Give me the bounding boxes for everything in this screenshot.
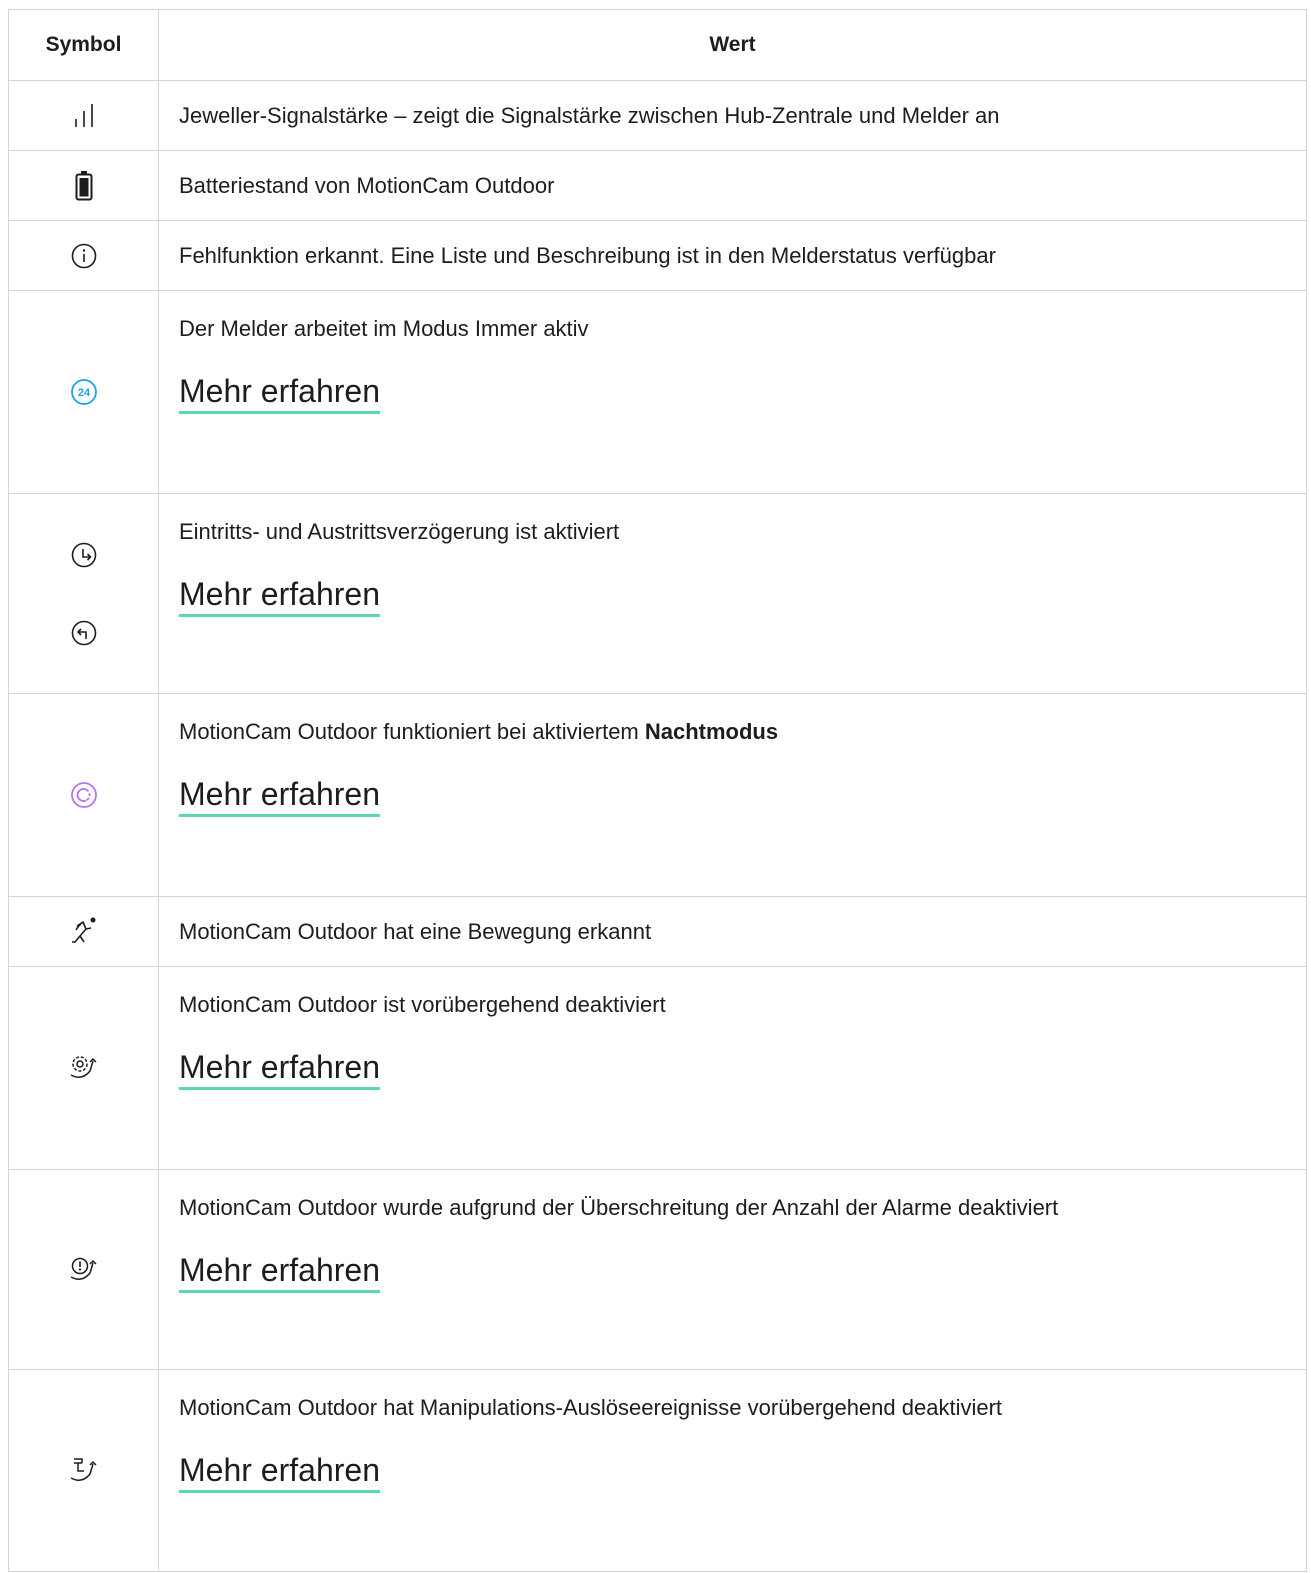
- table-row: MotionCam Outdoor ist vorübergehend deak…: [8, 966, 1307, 1170]
- alarm-limit-deactivated-icon: [70, 1257, 97, 1280]
- header-value: Wert: [158, 9, 1307, 81]
- symbol-cell: [8, 693, 159, 897]
- status-icons-table: Symbol Wert Jeweller-Signalstärke – zeig…: [8, 9, 1307, 1572]
- row-description-text: MotionCam Outdoor funktioniert bei aktiv…: [179, 719, 645, 744]
- row-description: Batteriestand von MotionCam Outdoor: [179, 172, 555, 198]
- table-row: 24 Der Melder arbeitet im Modus Immer ak…: [8, 290, 1307, 494]
- row-description: Der Melder arbeitet im Modus Immer aktiv: [179, 316, 589, 341]
- value-cell: Batteriestand von MotionCam Outdoor: [158, 150, 1307, 221]
- exit-delay-icon: [71, 620, 96, 645]
- learn-more-link[interactable]: Mehr erfahren: [179, 576, 380, 617]
- table-row: MotionCam Outdoor hat eine Bewegung erka…: [8, 896, 1307, 967]
- night-mode-term: Nachtmodus: [644, 719, 779, 744]
- signal-strength-icon: [74, 103, 93, 127]
- learn-more-link[interactable]: Mehr erfahren: [179, 776, 380, 817]
- symbol-cell: [8, 896, 159, 967]
- header-symbol: Symbol: [8, 9, 159, 81]
- night-mode-icon: [70, 782, 97, 808]
- row-description: MotionCam Outdoor hat Manipulations-Ausl…: [179, 1395, 1003, 1420]
- value-cell: MotionCam Outdoor ist vorübergehend deak…: [158, 966, 1307, 1170]
- svg-text:24: 24: [77, 387, 90, 399]
- value-cell: MotionCam Outdoor wurde aufgrund der Übe…: [158, 1169, 1307, 1370]
- symbol-cell: [8, 1369, 159, 1572]
- row-description: Jeweller-Signalstärke – zeigt die Signal…: [179, 102, 1000, 128]
- table-header-row: Symbol Wert: [8, 9, 1307, 81]
- symbol-cell: [8, 493, 159, 694]
- row-description: Fehlfunktion erkannt. Eine Liste und Bes…: [179, 242, 996, 268]
- learn-more-link[interactable]: Mehr erfahren: [179, 1049, 380, 1090]
- entry-delay-icon: [71, 542, 96, 567]
- learn-more-link[interactable]: Mehr erfahren: [179, 373, 380, 414]
- symbol-cell: [8, 1169, 159, 1370]
- learn-more-link[interactable]: Mehr erfahren: [179, 1252, 380, 1293]
- symbol-cell: [8, 150, 159, 221]
- symbol-cell: [8, 220, 159, 291]
- symbol-cell: [8, 80, 159, 151]
- row-description: MotionCam Outdoor hat eine Bewegung erka…: [179, 918, 652, 944]
- table-row: MotionCam Outdoor hat Manipulations-Ausl…: [8, 1369, 1307, 1572]
- table-row: MotionCam Outdoor funktioniert bei aktiv…: [8, 693, 1307, 897]
- always-active-24-icon: 24: [70, 379, 97, 405]
- tamper-deactivated-icon: [70, 1457, 97, 1481]
- value-cell: Der Melder arbeitet im Modus Immer aktiv…: [158, 290, 1307, 494]
- row-description: Eintritts- und Austrittsverzögerung ist …: [179, 519, 620, 544]
- value-cell: Eintritts- und Austrittsverzögerung ist …: [158, 493, 1307, 694]
- symbol-cell: [8, 966, 159, 1170]
- table-row: Eintritts- und Austrittsverzögerung ist …: [8, 493, 1307, 694]
- info-circle-icon: [71, 243, 96, 268]
- row-description: MotionCam Outdoor ist vorübergehend deak…: [179, 992, 666, 1017]
- battery-icon: [75, 170, 92, 200]
- learn-more-link[interactable]: Mehr erfahren: [179, 1452, 380, 1493]
- temporarily-deactivated-icon: [70, 1056, 97, 1078]
- table-row: Fehlfunktion erkannt. Eine Liste und Bes…: [8, 220, 1307, 291]
- row-description: MotionCam Outdoor wurde aufgrund der Übe…: [179, 1195, 1059, 1220]
- value-cell: MotionCam Outdoor funktioniert bei aktiv…: [158, 693, 1307, 897]
- motion-detected-icon: [71, 917, 95, 943]
- value-cell: MotionCam Outdoor hat eine Bewegung erka…: [158, 896, 1307, 967]
- value-cell: Fehlfunktion erkannt. Eine Liste und Bes…: [158, 220, 1307, 291]
- table-row: Jeweller-Signalstärke – zeigt die Signal…: [8, 80, 1307, 151]
- symbol-cell: 24: [8, 290, 159, 494]
- value-cell: MotionCam Outdoor hat Manipulations-Ausl…: [158, 1369, 1307, 1572]
- table-row: Batteriestand von MotionCam Outdoor: [8, 150, 1307, 221]
- value-cell: Jeweller-Signalstärke – zeigt die Signal…: [158, 80, 1307, 151]
- table-row: MotionCam Outdoor wurde aufgrund der Übe…: [8, 1169, 1307, 1370]
- row-description: MotionCam Outdoor funktioniert bei aktiv…: [179, 718, 1296, 746]
